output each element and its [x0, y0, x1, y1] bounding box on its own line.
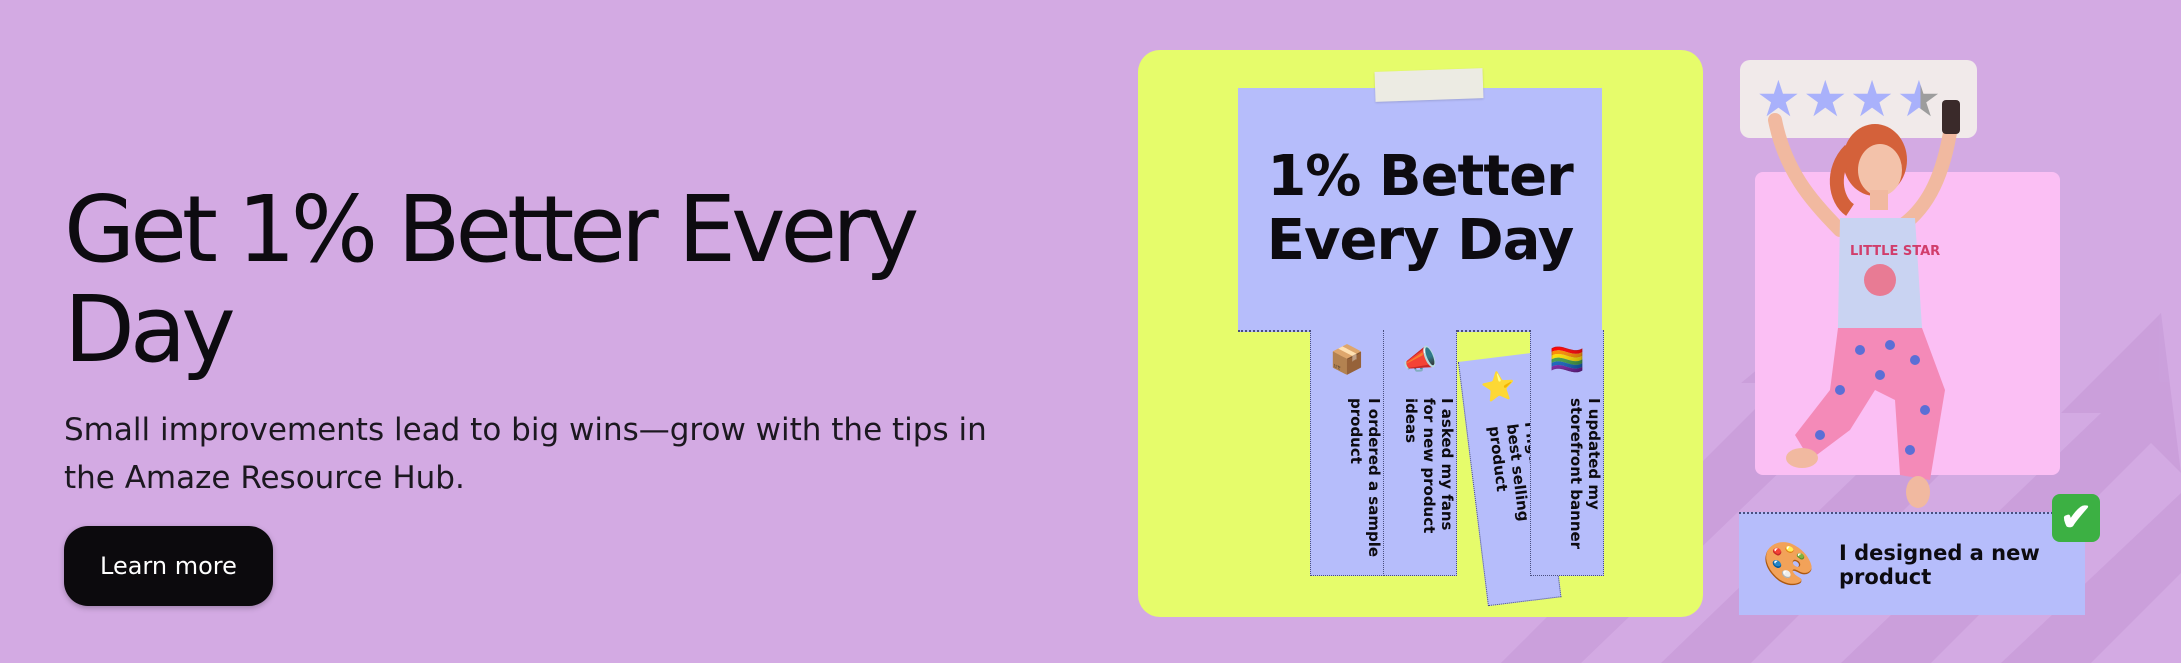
rainbow-flag-icon: 🏳️‍🌈: [1549, 344, 1585, 375]
checkmark-icon: ✔: [2052, 494, 2100, 542]
tab-label: I asked my fans for new product ideas: [1402, 398, 1456, 534]
flyer-header: 1% Better Every Day: [1238, 88, 1602, 332]
learn-more-button[interactable]: Learn more: [64, 526, 273, 606]
palette-icon: 🎨: [1762, 540, 1816, 587]
designed-product-card: 🎨 I designed a new product: [1739, 512, 2085, 615]
flyer-title: 1% Better Every Day: [1266, 144, 1574, 273]
headline: Get 1% Better Every Day: [64, 176, 919, 383]
jumping-woman-illustration: LITTLE STAR: [1768, 100, 1960, 508]
tab-label: I updated my storefront banner: [1567, 398, 1603, 550]
svg-text:LITTLE STAR: LITTLE STAR: [1850, 244, 1940, 259]
tab-label: I ordered a sample product: [1347, 398, 1383, 558]
tape-strip: [1374, 68, 1484, 102]
tear-tab-sample-product: 📦 I ordered a sample product: [1310, 330, 1384, 576]
card-label: I designed a new product: [1839, 540, 2040, 589]
tear-tab-fan-ideas: 📣 I asked my fans for new product ideas: [1383, 330, 1457, 576]
tear-tab-storefront-banner: 🏳️‍🌈 I updated my storefront banner: [1530, 330, 1604, 576]
megaphone-icon: 📣: [1402, 344, 1438, 375]
hero-text-block: Get 1% Better Every Day Small improvemen…: [64, 180, 1024, 606]
subtext: Small improvements lead to big wins—grow…: [64, 412, 987, 496]
box-icon: 📦: [1329, 344, 1365, 375]
star-icon: ⭐: [1479, 369, 1518, 405]
